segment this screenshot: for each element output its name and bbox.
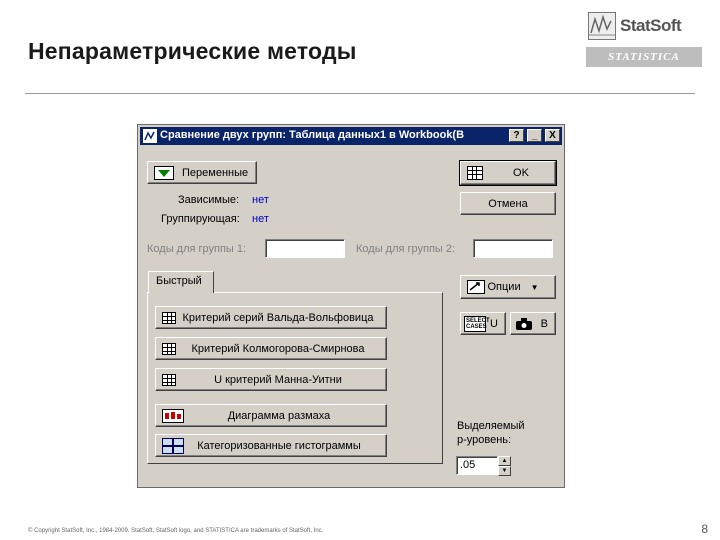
options-icon	[467, 280, 485, 294]
table-icon	[162, 311, 176, 324]
grouping-label: Группирующая:	[161, 213, 240, 225]
select-cases-u-label: U	[490, 317, 498, 330]
box-plot-icon	[162, 408, 184, 423]
p-level-spinner[interactable]: ▲ ▼	[498, 456, 511, 476]
options-button-label: Опции	[487, 281, 521, 293]
table-icon	[162, 373, 176, 386]
minimize-button[interactable]: _	[527, 129, 542, 142]
dialog-title: Сравнение двух групп: Таблица данных1 в …	[160, 129, 465, 141]
title-divider	[25, 93, 695, 94]
variables-button-label: Переменные	[182, 166, 249, 179]
select-cases-icon: SELECT CASES	[464, 315, 490, 332]
grouping-value: нет	[252, 213, 269, 225]
spin-down-icon[interactable]: ▼	[498, 466, 511, 476]
dependent-label: Зависимые:	[178, 194, 240, 206]
test-label: Категоризованные гистограммы	[197, 439, 361, 452]
copyright-footer: © Copyright StatSoft, Inc., 1984-2009. S…	[28, 528, 324, 534]
categorized-histograms-button[interactable]: Категоризованные гистограммы	[155, 434, 387, 457]
group2-codes-input[interactable]	[473, 239, 553, 258]
options-button[interactable]: Опции ▼	[460, 275, 556, 299]
app-window-icon	[143, 129, 157, 143]
help-button[interactable]: ?	[509, 129, 524, 142]
categorized-histograms-icon	[162, 437, 184, 454]
logo-subtitle: STATISTICA	[586, 47, 702, 67]
spin-up-icon[interactable]: ▲	[498, 456, 511, 466]
group1-codes-input[interactable]	[265, 239, 345, 258]
group2-codes-label: Коды для группы 2:	[356, 243, 456, 255]
dependent-value: нет	[252, 194, 269, 206]
box-plot-button[interactable]: Диаграмма размаха	[155, 404, 387, 427]
statsoft-logo-mark-icon	[588, 12, 616, 40]
test-label: U критерий Манна-Уитни	[214, 373, 342, 386]
p-level-label-line2: р-уровень:	[457, 434, 512, 446]
weight-icon	[516, 317, 532, 330]
wald-wolfowitz-runs-button[interactable]: Критерий серий Вальда-Вольфовица	[155, 306, 387, 329]
group1-codes-label: Коды для группы 1:	[147, 243, 247, 255]
select-cases-button[interactable]: SELECT CASES U	[460, 312, 506, 335]
table-icon	[162, 342, 176, 355]
ok-button-label: OK	[513, 167, 529, 179]
ok-button[interactable]: OK	[459, 160, 557, 186]
variables-icon	[154, 165, 174, 180]
slide-title: Непараметрические методы	[28, 38, 357, 64]
test-label: Диаграмма размаха	[227, 409, 331, 422]
dialog-titlebar[interactable]: Сравнение двух групп: Таблица данных1 в …	[140, 127, 562, 145]
statsoft-logo: StatSoft STATISTICA	[586, 11, 702, 69]
logo-name: StatSoft	[620, 16, 682, 35]
p-level-label-line1: Выделяемый	[457, 420, 525, 432]
mann-whitney-u-button[interactable]: U критерий Манна-Уитни	[155, 368, 387, 391]
case-weights-button[interactable]: B	[510, 312, 556, 335]
test-label: Критерий серий Вальда-Вольфовица	[182, 311, 374, 324]
chevron-down-icon: ▼	[530, 282, 539, 292]
kolmogorov-smirnov-button[interactable]: Критерий Колмогорова-Смирнова	[155, 337, 387, 360]
cancel-button[interactable]: Отмена	[460, 192, 556, 215]
variables-button[interactable]: Переменные	[147, 161, 257, 184]
two-groups-dialog: Сравнение двух групп: Таблица данных1 в …	[137, 124, 565, 488]
tab-quick[interactable]: Быстрый	[148, 271, 214, 293]
test-label: Критерий Колмогорова-Смирнова	[191, 342, 365, 355]
case-weights-b-label: B	[540, 317, 548, 330]
p-level-input[interactable]: .05	[456, 456, 498, 475]
close-button[interactable]: X	[545, 129, 560, 142]
table-icon	[467, 166, 483, 180]
page-number: 8	[701, 522, 708, 536]
